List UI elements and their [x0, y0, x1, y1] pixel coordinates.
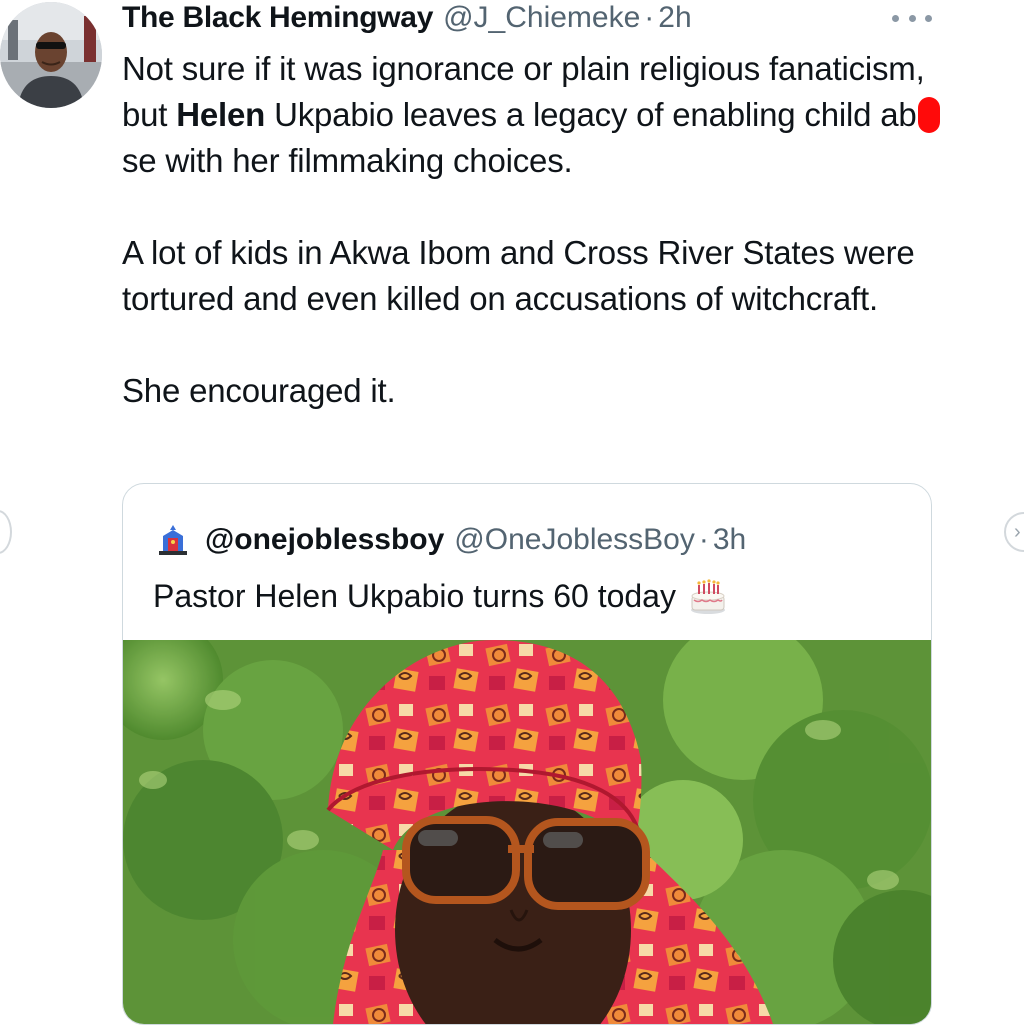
quoted-tweet[interactable]: @onejoblessboy @OneJoblessBoy · 3h Pasto…	[122, 483, 932, 1025]
more-horizontal-icon[interactable]	[892, 6, 932, 30]
quoted-author-name[interactable]: @onejoblessboy	[205, 523, 444, 557]
birthday-cake-icon	[690, 579, 725, 614]
tweet-text-segment: se with her filmmaking choices.	[122, 142, 573, 179]
tweet-time[interactable]: 2h	[658, 0, 691, 36]
next-arrow-button[interactable]: ›	[1004, 512, 1024, 552]
author-handle[interactable]: @J_Chiemeke	[443, 0, 640, 36]
tweet-text-segment: Ukpabio leaves a legacy of enabling chil…	[265, 96, 917, 133]
quoted-author-avatar[interactable]	[155, 522, 191, 558]
tweet-paragraph-2: A lot of kids in Akwa Ibom and Cross Riv…	[122, 234, 915, 317]
tweet-paragraph-3: She encouraged it.	[122, 372, 396, 409]
separator-dot: ·	[698, 523, 709, 556]
quoted-tweet-text: Pastor Helen Ukpabio turns 60 today	[153, 577, 676, 614]
tweet-header: The Black Hemingway @J_Chiemeke · 2h	[122, 0, 692, 36]
author-avatar[interactable]	[0, 2, 102, 108]
quoted-tweet-header: @onejoblessboy @OneJoblessBoy · 3h	[155, 520, 746, 560]
tweet[interactable]: The Black Hemingway @J_Chiemeke · 2h Not…	[0, 0, 1024, 1025]
chevron-right-icon: ›	[1014, 520, 1021, 543]
tweet-text-bold: Helen	[176, 96, 266, 133]
quoted-tweet-text-row: Pastor Helen Ukpabio turns 60 today	[153, 576, 728, 616]
quoted-author-handle[interactable]: @OneJoblessBoy	[454, 523, 695, 557]
quoted-tweet-photo[interactable]	[123, 640, 931, 1024]
author-name[interactable]: The Black Hemingway	[122, 0, 433, 36]
tweet-paragraph-1: Not sure if it was ignorance or plain re…	[122, 46, 942, 184]
quoted-tweet-time[interactable]: 3h	[713, 523, 746, 557]
redaction-mark	[917, 97, 940, 133]
previous-arrow-button[interactable]	[0, 510, 12, 554]
tweet-body: Not sure if it was ignorance or plain re…	[122, 46, 942, 414]
separator-dot: ·	[644, 1, 655, 34]
